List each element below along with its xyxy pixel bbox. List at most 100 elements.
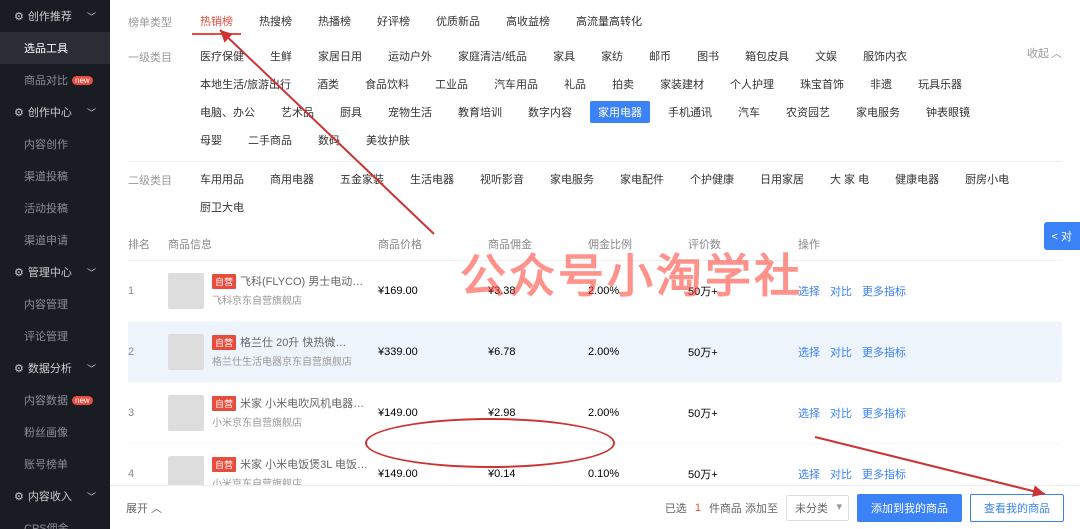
op-link[interactable]: 选择 <box>798 466 820 482</box>
category-tag[interactable]: 非遗 <box>862 73 900 95</box>
category-tag[interactable]: 礼品 <box>556 73 594 95</box>
sidebar-item[interactable]: 渠道投稿 <box>0 160 110 192</box>
subcategory-tag[interactable]: 商用电器 <box>262 168 322 190</box>
category-tag[interactable]: 家电服务 <box>848 101 908 123</box>
sidebar-item[interactable]: ⚙创作中心﹀ <box>0 96 110 128</box>
category-tag[interactable]: 家具 <box>545 45 583 67</box>
rank-tab[interactable]: 高收益榜 <box>498 10 558 35</box>
op-link[interactable]: 选择 <box>798 344 820 360</box>
sidebar-item[interactable]: CPS佣金 <box>0 512 110 529</box>
sidebar-item[interactable]: 粉丝画像 <box>0 416 110 448</box>
category-tag[interactable]: 个人护理 <box>722 73 782 95</box>
collapse-link[interactable]: 收起 ︿ <box>1027 45 1062 61</box>
category-tag[interactable]: 家装建材 <box>652 73 712 95</box>
category-tag[interactable]: 家居日用 <box>310 45 370 67</box>
category-tag[interactable]: 生鲜 <box>262 45 300 67</box>
category-tag[interactable]: 农资园艺 <box>778 101 838 123</box>
op-link[interactable]: 选择 <box>798 283 820 299</box>
category-tag[interactable]: 箱包皮具 <box>737 45 797 67</box>
sidebar-item[interactable]: 选品工具 <box>0 32 110 64</box>
category-tag[interactable]: 数码 <box>310 129 348 151</box>
op-link[interactable]: 对比 <box>830 283 852 299</box>
sidebar-item[interactable]: ⚙内容收入﹀ <box>0 480 110 512</box>
category-tag[interactable]: 美妆护肤 <box>358 129 418 151</box>
category-tag[interactable]: 家庭清洁/纸品 <box>450 45 535 67</box>
sidebar-item[interactable]: ⚙管理中心﹀ <box>0 256 110 288</box>
sidebar-item[interactable]: 内容创作 <box>0 128 110 160</box>
category-tag[interactable]: 工业品 <box>427 73 476 95</box>
category-tag[interactable]: 教育培训 <box>450 101 510 123</box>
op-link[interactable]: 更多指标 <box>862 283 906 299</box>
sidebar-item[interactable]: 内容数据new <box>0 384 110 416</box>
op-link[interactable]: 选择 <box>798 405 820 421</box>
subcategory-tag[interactable]: 车用用品 <box>192 168 252 190</box>
category-tag[interactable]: 医疗保健 <box>192 45 252 67</box>
category-tag[interactable]: 家用电器 <box>590 101 650 123</box>
rank-tab[interactable]: 热搜榜 <box>251 10 300 35</box>
category-tag[interactable]: 电脑、办公 <box>192 101 263 123</box>
category-tag[interactable]: 酒类 <box>309 73 347 95</box>
category-tag[interactable]: 汽车 <box>730 101 768 123</box>
category-tag[interactable]: 手机通讯 <box>660 101 720 123</box>
op-link[interactable]: 对比 <box>830 405 852 421</box>
category-tag[interactable]: 邮币 <box>641 45 679 67</box>
rank-tab[interactable]: 热播榜 <box>310 10 359 35</box>
subcategory-tag[interactable]: 生活电器 <box>402 168 462 190</box>
op-link[interactable]: 对比 <box>830 466 852 482</box>
rank-tab[interactable]: 优质新品 <box>428 10 488 35</box>
category-select[interactable]: 未分类 <box>786 495 849 521</box>
product-thumbnail[interactable] <box>168 273 204 309</box>
rank-tab[interactable]: 好评榜 <box>369 10 418 35</box>
category-tag[interactable]: 宠物生活 <box>380 101 440 123</box>
expand-button[interactable]: 展开 ︿ <box>126 500 162 516</box>
subcategory-tag[interactable]: 个护健康 <box>682 168 742 190</box>
compare-side-tab[interactable]: < 对 <box>1044 222 1080 250</box>
category-tag[interactable]: 二手商品 <box>240 129 300 151</box>
category-tag[interactable]: 文娱 <box>807 45 845 67</box>
category-tag[interactable]: 珠宝首饰 <box>792 73 852 95</box>
category-tag[interactable]: 图书 <box>689 45 727 67</box>
rank-tab[interactable]: 热销榜 <box>192 10 241 35</box>
op-link[interactable]: 更多指标 <box>862 344 906 360</box>
op-link[interactable]: 更多指标 <box>862 405 906 421</box>
product-thumbnail[interactable] <box>168 334 204 370</box>
category-tag[interactable]: 拍卖 <box>604 73 642 95</box>
category-tag[interactable]: 食品饮料 <box>357 73 417 95</box>
add-to-products-button[interactable]: 添加到我的商品 <box>857 494 962 522</box>
category-tag[interactable]: 本地生活/旅游出行 <box>192 73 299 95</box>
subcategory-tag[interactable]: 五金家装 <box>332 168 392 190</box>
product-title[interactable]: 飞科(FLYCO) 男士电动… <box>240 273 363 289</box>
rank-tab[interactable]: 高流量高转化 <box>568 10 650 35</box>
sidebar-item[interactable]: ⚙创作推荐﹀ <box>0 0 110 32</box>
category-tag[interactable]: 运动户外 <box>380 45 440 67</box>
product-title[interactable]: 米家 小米电吹风机电器… <box>240 395 364 411</box>
sidebar-item[interactable]: 内容管理 <box>0 288 110 320</box>
category-tag[interactable]: 艺术品 <box>273 101 322 123</box>
subcategory-tag[interactable]: 健康电器 <box>887 168 947 190</box>
category-tag[interactable]: 母婴 <box>192 129 230 151</box>
sidebar-item[interactable]: 商品对比new <box>0 64 110 96</box>
category-tag[interactable]: 服饰内衣 <box>855 45 915 67</box>
sidebar-item[interactable]: ⚙数据分析﹀ <box>0 352 110 384</box>
product-title[interactable]: 米家 小米电饭煲3L 电饭… <box>240 456 368 472</box>
category-tag[interactable]: 钟表眼镜 <box>918 101 978 123</box>
subcategory-tag[interactable]: 大 家 电 <box>822 168 877 190</box>
category-tag[interactable]: 汽车用品 <box>486 73 546 95</box>
sidebar-item[interactable]: 评论管理 <box>0 320 110 352</box>
view-products-button[interactable]: 查看我的商品 <box>970 494 1064 522</box>
category-tag[interactable]: 数字内容 <box>520 101 580 123</box>
op-link[interactable]: 更多指标 <box>862 466 906 482</box>
op-link[interactable]: 对比 <box>830 344 852 360</box>
subcategory-tag[interactable]: 厨卫大电 <box>192 196 252 218</box>
subcategory-tag[interactable]: 视听影音 <box>472 168 532 190</box>
sidebar-item[interactable]: 账号榜单 <box>0 448 110 480</box>
subcategory-tag[interactable]: 厨房小电 <box>957 168 1017 190</box>
subcategory-tag[interactable]: 日用家居 <box>752 168 812 190</box>
sidebar-item[interactable]: 渠道申请 <box>0 224 110 256</box>
category-tag[interactable]: 家纺 <box>593 45 631 67</box>
product-thumbnail[interactable] <box>168 456 204 485</box>
category-tag[interactable]: 厨具 <box>332 101 370 123</box>
product-thumbnail[interactable] <box>168 395 204 431</box>
sidebar-item[interactable]: 活动投稿 <box>0 192 110 224</box>
category-tag[interactable]: 玩具乐器 <box>910 73 970 95</box>
